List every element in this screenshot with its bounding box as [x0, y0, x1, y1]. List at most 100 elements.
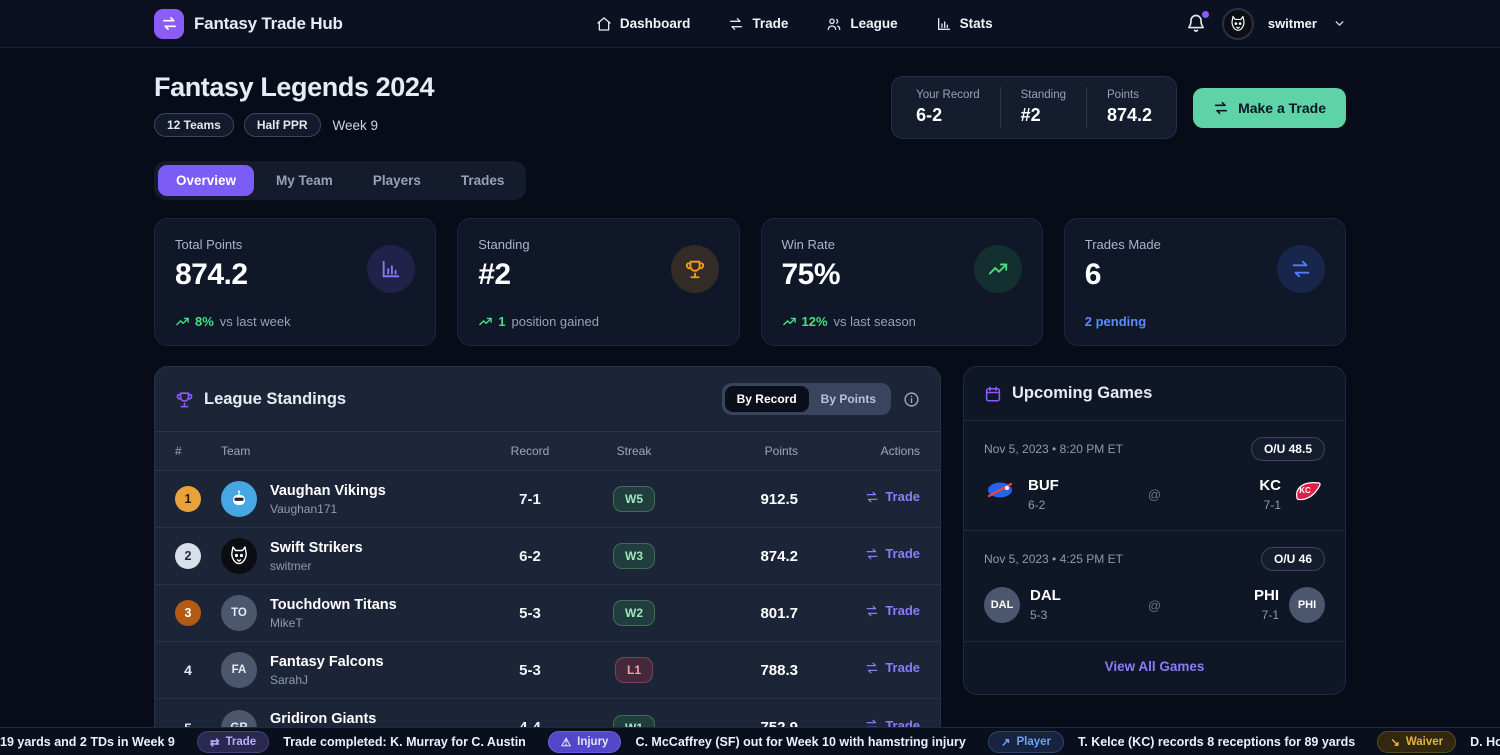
stat-card-total-points: Total Points 874.2 8% vs last week [154, 218, 436, 346]
standings-row-fantasy-falcons[interactable]: 4 FA Fantasy Falcons SarahJ 5-3 L1 788.3… [155, 642, 940, 699]
trade-button[interactable]: Trade [865, 660, 920, 675]
standings-title: League Standings [204, 390, 346, 409]
nav-item-league[interactable]: League [826, 16, 897, 32]
games-title: Upcoming Games [1012, 384, 1152, 403]
standings-table-header: # Team Record Streak Points Actions [155, 431, 940, 471]
swap-icon [728, 16, 744, 32]
trend-up-icon: ↗ [1001, 735, 1011, 749]
news-ticker[interactable]: 19 yards and 2 TDs in Week 9 ⇄Trade Trad… [0, 727, 1500, 755]
away-team-abbr: BUF [1028, 477, 1059, 494]
ticker-item: 19 yards and 2 TDs in Week 9 [0, 735, 175, 749]
league-standings-panel: League Standings By Record By Points # T… [154, 366, 941, 755]
trend-up-icon: 8% [175, 314, 214, 329]
away-team-record: 6-2 [1028, 498, 1059, 512]
nav-label: Trade [752, 16, 788, 31]
view-all-games-link[interactable]: View All Games [1105, 659, 1205, 674]
streak-badge: W5 [613, 486, 655, 512]
eagles-logo-circle: PHI [1289, 587, 1325, 623]
trade-button[interactable]: Trade [865, 603, 920, 618]
trend-up-icon: 1 [478, 314, 505, 329]
svg-text:KC: KC [1299, 486, 1311, 495]
upcoming-games-panel: Upcoming Games Nov 5, 2023 • 8:20 PM ET … [963, 366, 1346, 695]
over-under-badge: O/U 46 [1261, 547, 1325, 571]
game-datetime: Nov 5, 2023 • 8:20 PM ET [984, 442, 1123, 456]
bills-logo [984, 477, 1018, 503]
game-buf-at-kc[interactable]: Nov 5, 2023 • 8:20 PM ET O/U 48.5 BUF 6-… [964, 421, 1345, 530]
standings-row-touchdown-titans[interactable]: 3 TO Touchdown Titans MikeT 5-3 W2 801.7… [155, 585, 940, 642]
home-team-abbr: PHI [1254, 587, 1279, 604]
away-team-abbr: DAL [1030, 587, 1061, 604]
chevron-down-icon[interactable] [1333, 17, 1346, 30]
notifications-bell-icon[interactable] [1186, 13, 1208, 35]
toggle-by-record[interactable]: By Record [725, 386, 809, 412]
tab-my-team[interactable]: My Team [258, 165, 351, 196]
tab-overview[interactable]: Overview [158, 165, 254, 196]
points-value: 874.2 [690, 548, 816, 565]
pending-trades-link[interactable]: 2 pending [1085, 314, 1146, 329]
streak-badge: W3 [613, 543, 655, 569]
at-symbol: @ [1148, 598, 1161, 613]
rank-number: 4 [175, 662, 201, 678]
user-avatar[interactable] [1222, 8, 1254, 40]
team-avatar-initials: TO [221, 595, 257, 631]
warning-icon: ⚠ [561, 735, 571, 749]
ticker-item-waiver: ↘Waiver D. Hopkins claimed off waivers [1377, 731, 1500, 753]
over-under-badge: O/U 48.5 [1251, 437, 1325, 461]
team-owner: MikeT [270, 616, 397, 630]
tab-players[interactable]: Players [355, 165, 439, 196]
team-owner: SarahJ [270, 673, 384, 687]
record-value: 5-3 [482, 662, 578, 679]
team-name: Touchdown Titans [270, 597, 397, 613]
team-avatar-initials: FA [221, 652, 257, 688]
username[interactable]: switmer [1268, 16, 1317, 31]
trade-badge: ⇄Trade [197, 731, 269, 753]
trending-up-icon [974, 245, 1022, 293]
stat-card-standing: Standing #2 1 position gained [457, 218, 739, 346]
home-team-record: 7-1 [1259, 498, 1281, 512]
trade-button[interactable]: Trade [865, 489, 920, 504]
bar-chart-icon [367, 245, 415, 293]
scoring-format-badge: Half PPR [244, 113, 321, 137]
nav-item-trade[interactable]: Trade [728, 16, 788, 32]
home-team-abbr: KC [1259, 477, 1281, 494]
record-summary-card: Your Record 6-2 Standing #2 Points 874.2 [891, 76, 1177, 139]
users-icon [826, 16, 842, 32]
team-avatar-wildcat [221, 538, 257, 574]
points-value: 801.7 [690, 605, 816, 622]
ticker-item-injury: ⚠Injury C. McCaffrey (SF) out for Week 1… [548, 731, 966, 753]
tab-trades[interactable]: Trades [443, 165, 523, 196]
game-dal-at-phi[interactable]: Nov 5, 2023 • 4:25 PM ET O/U 46 DAL DAL … [964, 530, 1345, 641]
home-team-record: 7-1 [1254, 608, 1279, 622]
user-cluster: switmer [1186, 8, 1346, 40]
standings-row-vaughan-vikings[interactable]: 1 Vaughan Vikings Vaughan171 7-1 W5 912.… [155, 471, 940, 528]
rank-badge: 2 [175, 543, 201, 569]
swap-icon [1277, 245, 1325, 293]
trade-button[interactable]: Trade [865, 546, 920, 561]
info-icon[interactable] [903, 391, 920, 408]
nav-label: League [850, 16, 897, 31]
toggle-by-points[interactable]: By Points [809, 386, 888, 412]
nav-item-dashboard[interactable]: Dashboard [596, 16, 691, 32]
home-icon [596, 16, 612, 32]
injury-badge: ⚠Injury [548, 731, 622, 753]
main-nav: Dashboard Trade League Stats [536, 16, 993, 32]
standings-row-swift-strikers[interactable]: 2 Swift Strikers switmer 6-2 W3 874.2 [155, 528, 940, 585]
top-navigation-bar: Fantasy Trade Hub Dashboard Trade League… [0, 0, 1500, 48]
brand: Fantasy Trade Hub [154, 9, 343, 39]
rank-badge: 3 [175, 600, 201, 626]
team-owner: Vaughan171 [270, 502, 386, 516]
stat-card-win-rate: Win Rate 75% 12% vs last season [761, 218, 1043, 346]
summary-standing: Standing #2 [1000, 87, 1086, 128]
record-value: 5-3 [482, 605, 578, 622]
trophy-icon [175, 390, 194, 409]
record-value: 7-1 [482, 491, 578, 508]
game-datetime: Nov 5, 2023 • 4:25 PM ET [984, 552, 1123, 566]
calendar-icon [984, 385, 1002, 403]
nav-item-stats[interactable]: Stats [936, 16, 993, 32]
streak-badge: W2 [613, 600, 655, 626]
sort-toggle: By Record By Points [722, 383, 891, 415]
make-a-trade-button[interactable]: Make a Trade [1193, 88, 1346, 128]
at-symbol: @ [1148, 487, 1161, 502]
page-title: Fantasy Legends 2024 [154, 72, 434, 103]
nav-label: Stats [960, 16, 993, 31]
